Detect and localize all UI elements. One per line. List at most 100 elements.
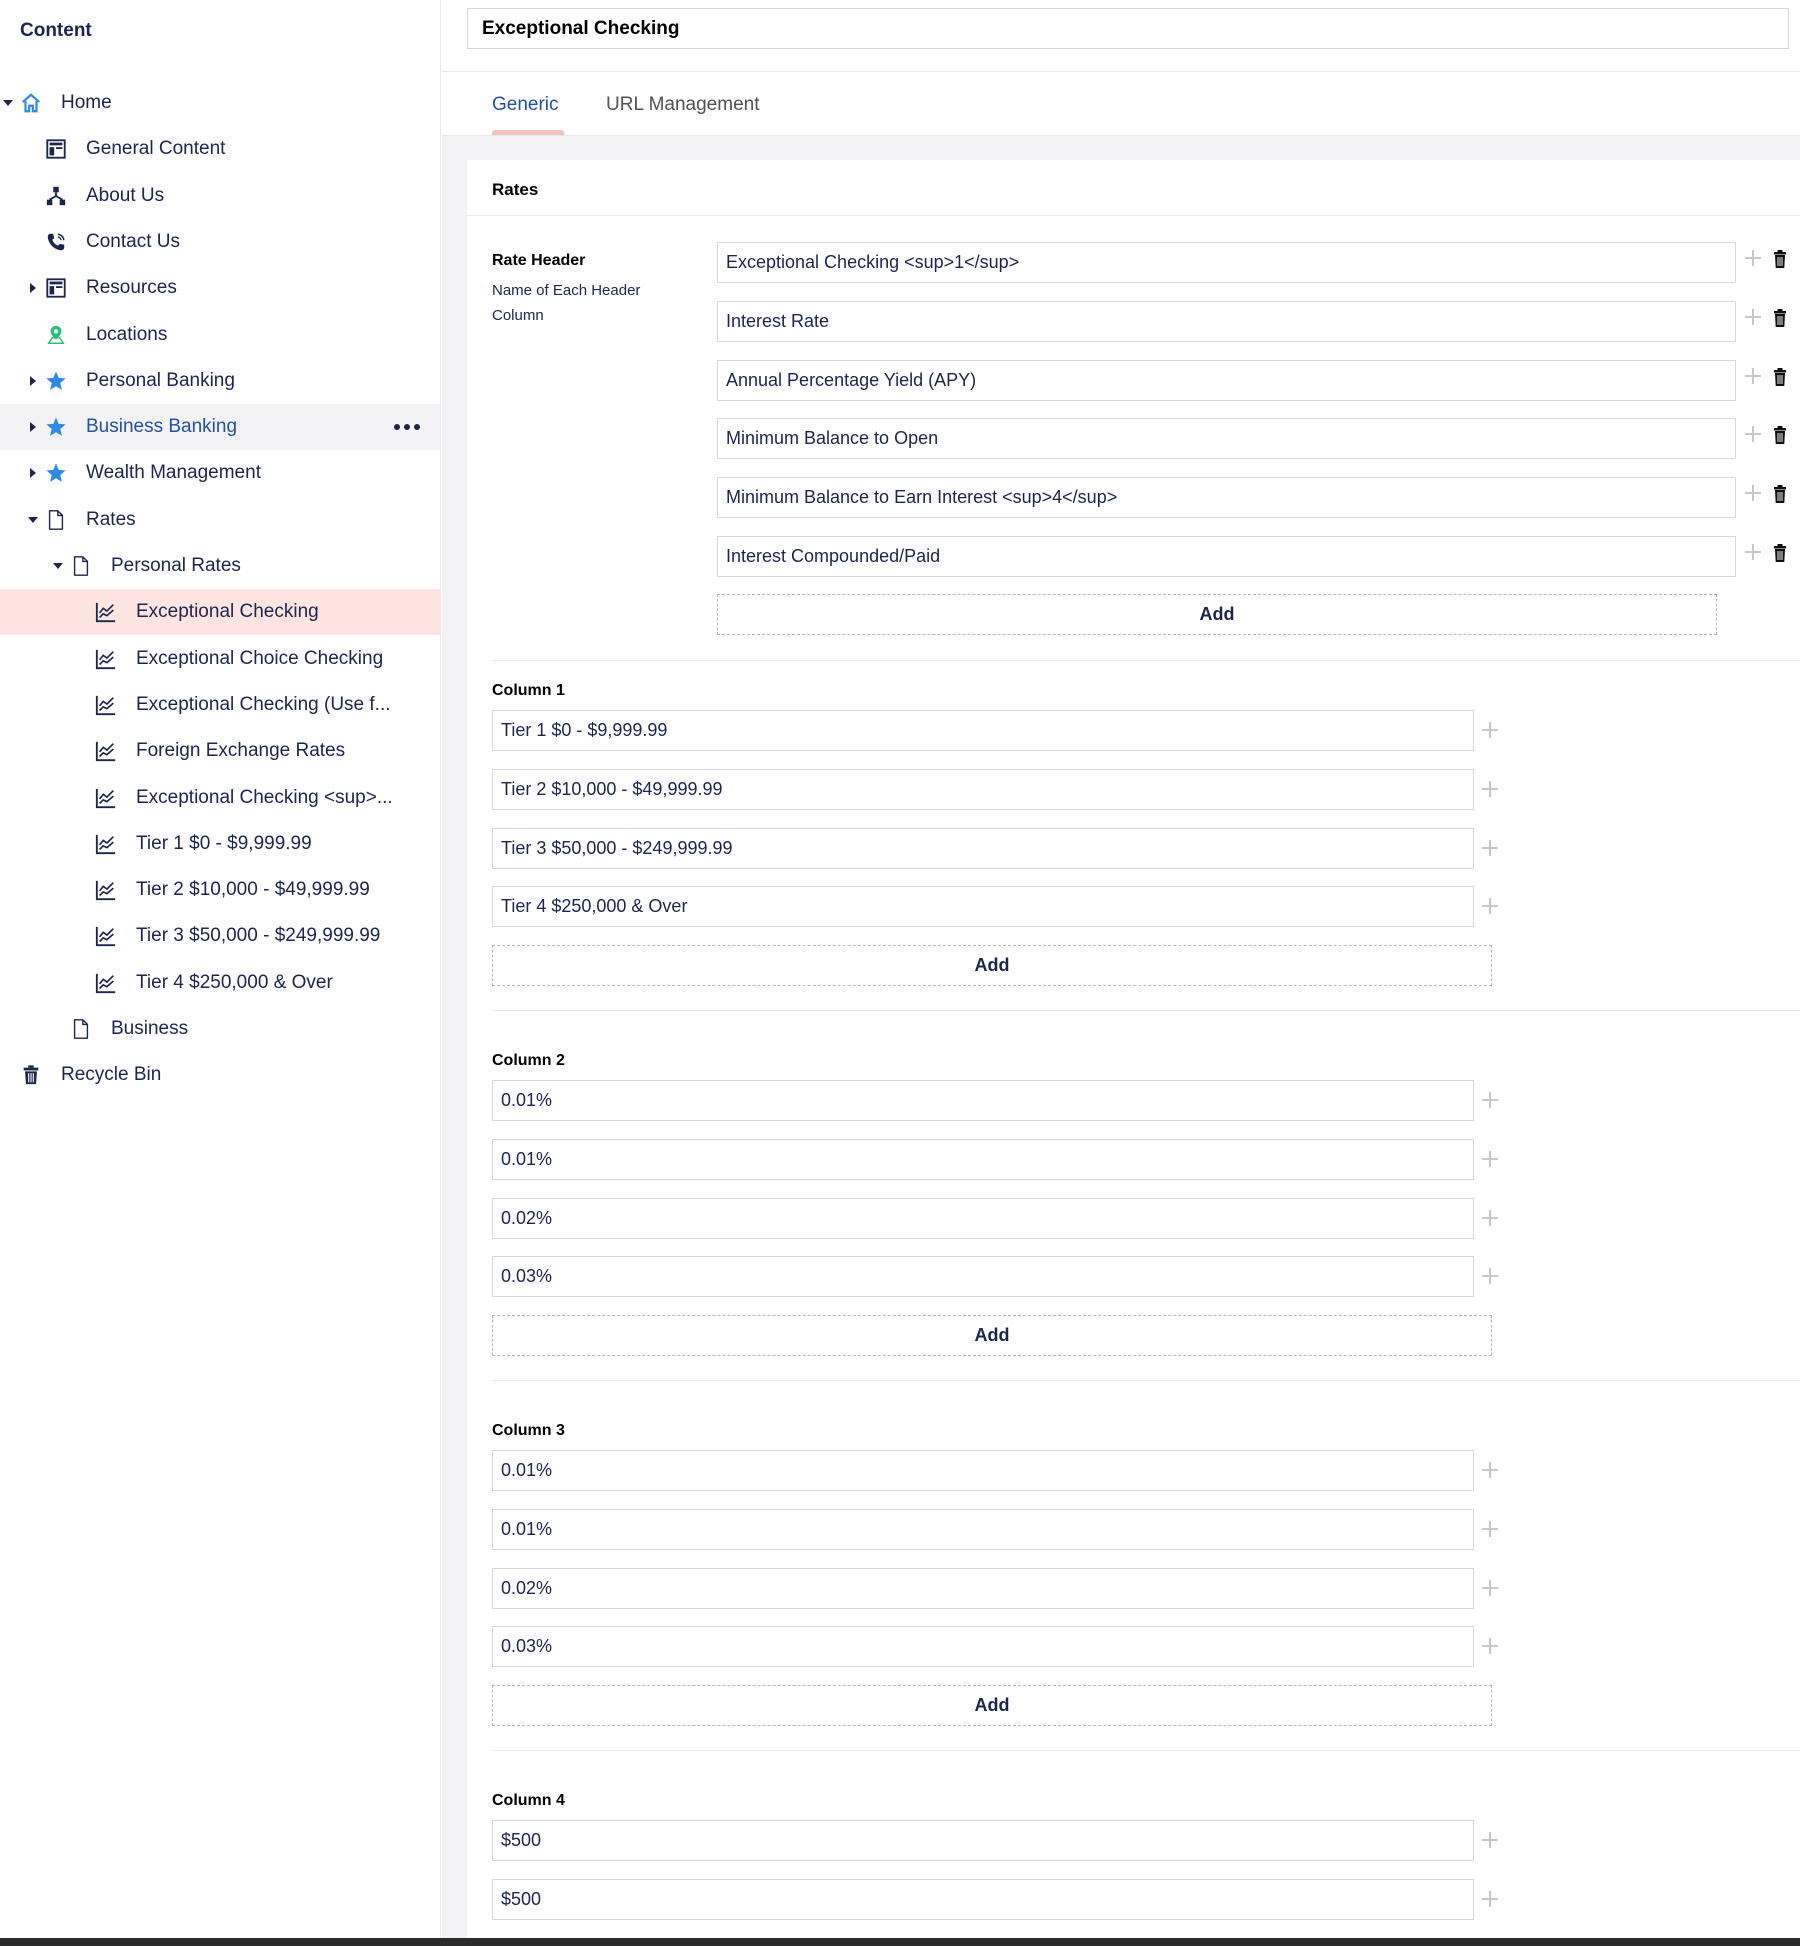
tree-item-home[interactable]: Home: [0, 80, 440, 126]
caret-down-icon[interactable]: [27, 514, 39, 526]
tree-item-exceptional-choice-checking[interactable]: Exceptional Choice Checking: [0, 636, 440, 682]
content-name-input[interactable]: [467, 8, 1789, 49]
delete-icon[interactable]: [1773, 308, 1787, 327]
column-value-input[interactable]: [492, 1080, 1474, 1121]
tree-item-general-content[interactable]: General Content: [0, 126, 440, 172]
drag-handle-icon[interactable]: [1482, 1092, 1498, 1108]
tree-item-label: Personal Banking: [86, 369, 235, 391]
column-value-input[interactable]: [492, 1567, 1474, 1609]
caret-down-icon[interactable]: [2, 97, 14, 109]
tree-item-tier-1-0-9-999-99[interactable]: Tier 1 $0 - $9,999.99: [0, 821, 440, 867]
drag-handle-icon[interactable]: [1482, 1150, 1498, 1167]
drag-handle-icon[interactable]: [1482, 898, 1498, 915]
rate-header-input[interactable]: [717, 242, 1736, 283]
column-value-input[interactable]: [492, 1878, 1474, 1920]
tree-item-business[interactable]: Business: [0, 1006, 440, 1052]
rate-header-input[interactable]: [717, 418, 1736, 460]
document-icon: [70, 1018, 92, 1040]
tab-url-management[interactable]: URL Management: [606, 94, 759, 116]
home-icon: [20, 92, 42, 114]
tree-item-tier-4-250-000-over[interactable]: Tier 4 $250,000 & Over: [0, 960, 440, 1006]
tree-item-locations[interactable]: Locations: [0, 312, 440, 358]
caret-down-icon[interactable]: [52, 560, 64, 572]
drag-handle-icon[interactable]: [1745, 250, 1761, 266]
tree-item-foreign-exchange-rates[interactable]: Foreign Exchange Rates: [0, 728, 440, 774]
drag-handle-icon[interactable]: [1745, 544, 1761, 560]
tree-item-resources[interactable]: Resources: [0, 265, 440, 311]
tree-item-label: Exceptional Checking (Use f...: [136, 693, 391, 715]
tree-item-tier-3-50-000-249-999-99[interactable]: Tier 3 $50,000 - $249,999.99: [0, 913, 440, 959]
tree-item-tier-2-10-000-49-999-99[interactable]: Tier 2 $10,000 - $49,999.99: [0, 867, 440, 913]
tree-item-business-banking[interactable]: Business Banking: [0, 404, 440, 451]
column-label: Column 2: [492, 1052, 565, 1069]
rates-group: Rates Rate Header Name of Each Header Col…: [467, 160, 1800, 1938]
tree-item-contact-us[interactable]: Contact Us: [0, 219, 440, 265]
rate-header-input[interactable]: [717, 359, 1736, 401]
drag-handle-icon[interactable]: [1482, 1268, 1498, 1285]
drag-handle-icon[interactable]: [1482, 780, 1498, 797]
tree-item-exceptional-checking-use-f[interactable]: Exceptional Checking (Use f...: [0, 682, 440, 728]
column-value-input[interactable]: [492, 886, 1474, 928]
column-value-input[interactable]: [492, 768, 1474, 810]
tree-item-label: About Us: [86, 184, 165, 206]
drag-handle-icon[interactable]: [1482, 1579, 1498, 1596]
tree-item-about-us[interactable]: About Us: [0, 173, 440, 219]
drag-handle-icon[interactable]: [1482, 1520, 1498, 1537]
more-icon[interactable]: [394, 424, 420, 431]
drag-handle-icon[interactable]: [1745, 367, 1761, 384]
drag-handle-icon[interactable]: [1482, 1209, 1498, 1226]
tree-item-label: Tier 1 $0 - $9,999.99: [136, 832, 312, 854]
chart-icon: [95, 879, 117, 901]
bottom-edge: [0, 1938, 1800, 1946]
drag-handle-icon[interactable]: [1482, 1832, 1498, 1848]
delete-icon[interactable]: [1773, 544, 1787, 562]
column-value-input[interactable]: [492, 1256, 1474, 1298]
section-heading: Content: [20, 20, 92, 41]
drag-handle-icon[interactable]: [1482, 722, 1498, 738]
column-value-input[interactable]: [492, 710, 1474, 751]
tree-item-rates[interactable]: Rates: [0, 497, 440, 543]
caret-right-icon[interactable]: [27, 375, 39, 387]
delete-icon[interactable]: [1773, 485, 1787, 504]
drag-handle-icon[interactable]: [1482, 1890, 1498, 1907]
chart-icon: [95, 694, 117, 716]
tree-item-wealth-management[interactable]: Wealth Management: [0, 450, 440, 496]
drag-handle-icon[interactable]: [1482, 1638, 1498, 1655]
delete-icon[interactable]: [1773, 250, 1787, 268]
drag-handle-icon[interactable]: [1482, 839, 1498, 856]
column-value-input[interactable]: [492, 1508, 1474, 1550]
delete-icon[interactable]: [1773, 426, 1787, 445]
property-divider: [492, 660, 1800, 661]
column-value-input[interactable]: [492, 827, 1474, 869]
caret-right-icon[interactable]: [27, 467, 39, 479]
add-column-value-button[interactable]: Add: [492, 945, 1492, 986]
rate-header-input[interactable]: [717, 300, 1736, 342]
document-icon: [45, 509, 67, 531]
drag-handle-icon[interactable]: [1745, 308, 1761, 325]
drag-handle-icon[interactable]: [1482, 1462, 1498, 1478]
column-value-input[interactable]: [492, 1138, 1474, 1180]
rate-header-input[interactable]: [717, 477, 1736, 519]
tree-item-personal-rates[interactable]: Personal Rates: [0, 543, 440, 589]
tab-generic[interactable]: Generic: [492, 94, 559, 116]
tree-item-exceptional-checking[interactable]: Exceptional Checking <sup>...: [0, 775, 440, 821]
column-value-input[interactable]: [492, 1450, 1474, 1491]
delete-icon[interactable]: [1773, 367, 1787, 386]
caret-right-icon[interactable]: [27, 421, 39, 433]
add-column-value-button[interactable]: Add: [492, 1315, 1492, 1356]
drag-handle-icon[interactable]: [1745, 426, 1761, 443]
property-description: Name of Each Header Column: [492, 282, 641, 324]
column-value-input[interactable]: [492, 1626, 1474, 1668]
tree-item-recycle-bin[interactable]: Recycle Bin: [0, 1052, 440, 1098]
add-column-value-button[interactable]: Add: [492, 1685, 1492, 1726]
property-divider: [492, 1010, 1800, 1011]
add-rate-header-button[interactable]: Add: [717, 594, 1717, 635]
column-value-input[interactable]: [492, 1820, 1474, 1861]
rate-header-input[interactable]: [717, 536, 1736, 577]
drag-handle-icon[interactable]: [1745, 485, 1761, 502]
column-value-input[interactable]: [492, 1197, 1474, 1239]
tree-item-exceptional-checking[interactable]: Exceptional Checking: [0, 589, 440, 636]
caret-right-icon[interactable]: [27, 282, 39, 294]
tree-item-personal-banking[interactable]: Personal Banking: [0, 358, 440, 404]
chart-icon: [95, 972, 117, 994]
